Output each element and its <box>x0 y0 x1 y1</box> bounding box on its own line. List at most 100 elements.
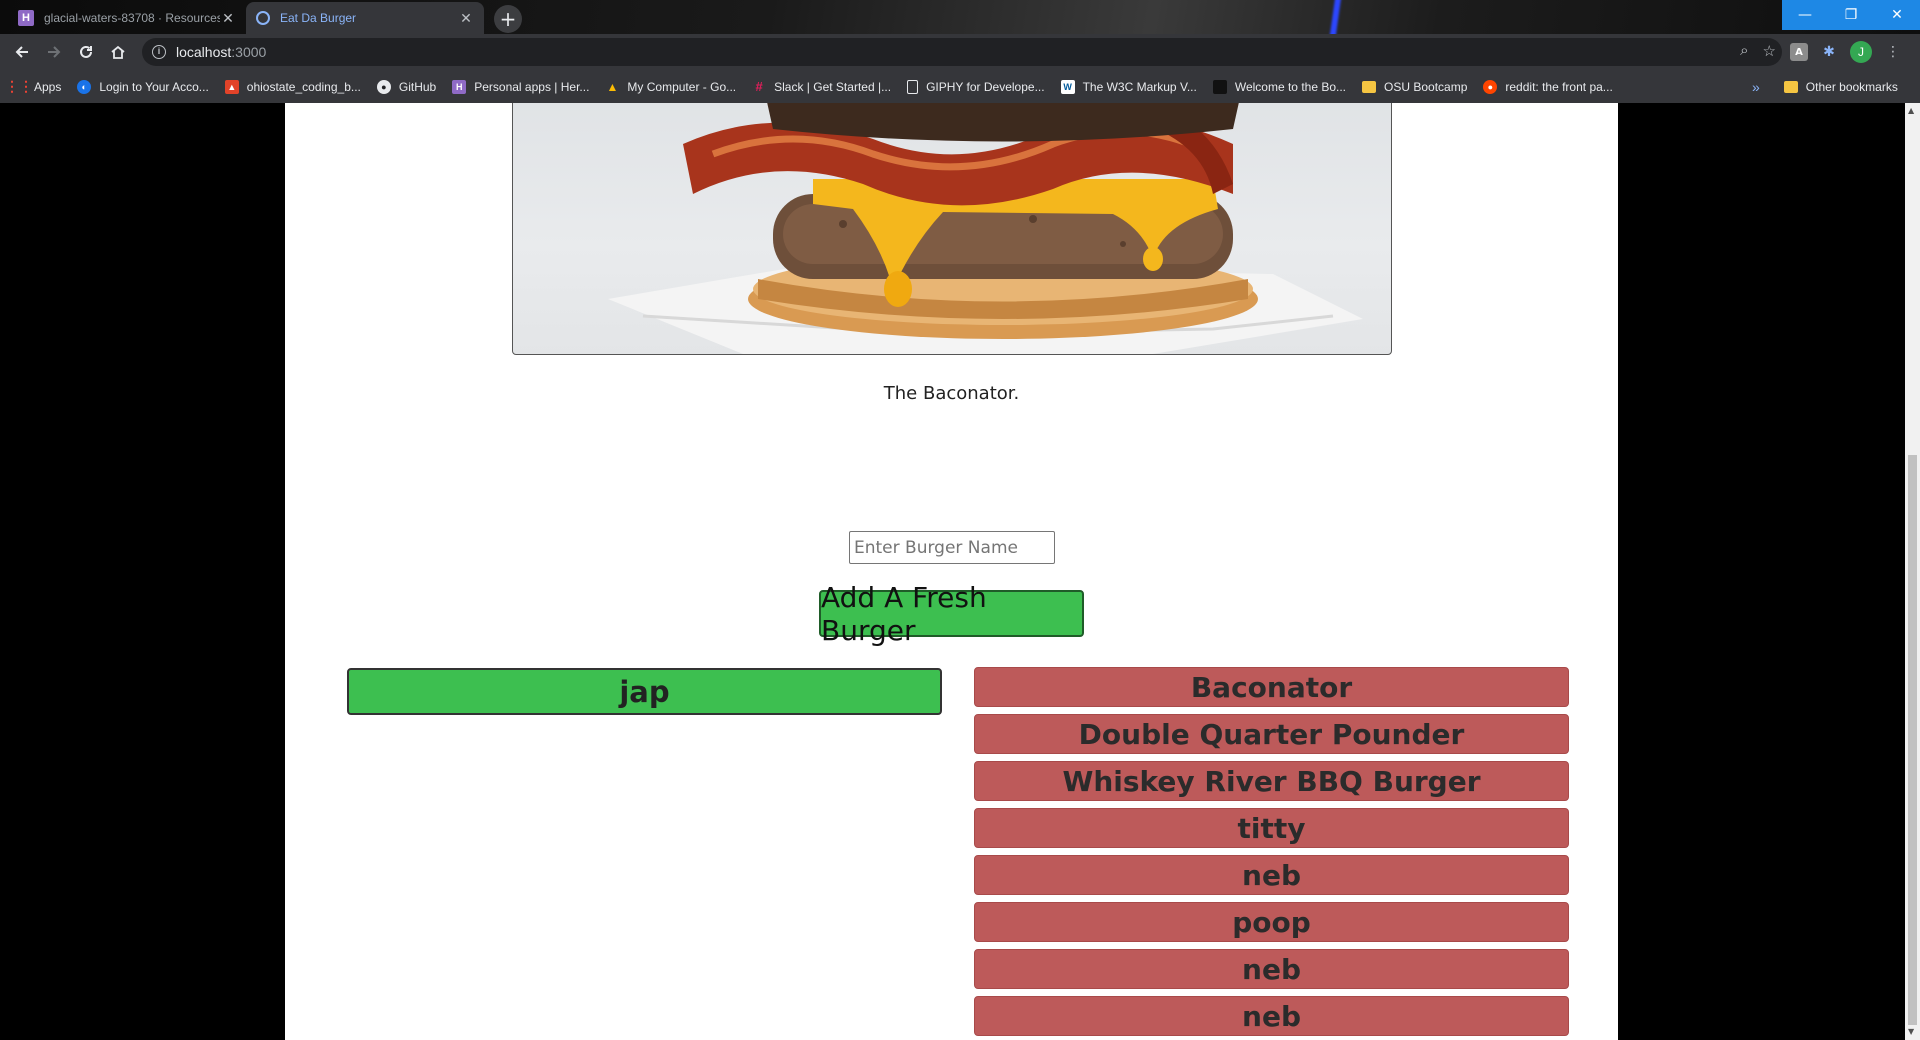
heroku-icon: H <box>18 10 34 26</box>
tab-eat-da-burger[interactable]: Eat Da Burger ✕ <box>246 2 484 34</box>
w3c-icon: W <box>1060 79 1075 94</box>
bookmark-gitlab[interactable]: ▲ ohiostate_coding_b... <box>224 79 361 94</box>
folder-icon <box>1783 80 1798 93</box>
omnibox-actions: ⌕ ☆ <box>1740 42 1776 60</box>
home-button[interactable] <box>102 36 134 68</box>
url-host: localhost <box>176 44 232 60</box>
devour-burger-button[interactable]: neb <box>974 949 1569 989</box>
devoured-burger-list: jap <box>347 668 942 723</box>
info-icon[interactable]: i <box>152 45 166 59</box>
zoom-icon[interactable]: ⌕ <box>1740 42 1748 60</box>
browser-toolbar: i localhost:3000 ⌕ ☆ A ✱ J ⋮ <box>0 34 1920 70</box>
minimize-window-button[interactable]: — <box>1782 0 1828 30</box>
bookmark-label: Login to Your Acco... <box>99 79 209 94</box>
page-icon <box>907 79 919 94</box>
bookmark-osu-bootcamp[interactable]: OSU Bootcamp <box>1362 80 1467 94</box>
bookmark-label: ohiostate_coding_b... <box>246 79 361 94</box>
other-bookmarks[interactable]: Other bookmarks <box>1783 79 1898 94</box>
reload-button[interactable] <box>70 36 102 68</box>
gitlab-icon: ▲ <box>224 79 239 94</box>
devoured-burger-button[interactable]: jap <box>347 668 942 715</box>
extensions-area: A ✱ J ⋮ <box>1790 34 1902 70</box>
globe-icon: ◐ <box>77 79 92 94</box>
wallpaper-streak <box>1327 0 1343 34</box>
bookmark-label: The W3C Markup V... <box>1082 79 1197 94</box>
baconator-burger-picture <box>608 103 1363 354</box>
bookmark-w3c[interactable]: W The W3C Markup V... <box>1060 79 1197 94</box>
star-icon[interactable]: ☆ <box>1763 42 1776 60</box>
add-burger-button[interactable]: Add A Fresh Burger <box>819 581 1084 647</box>
reload-icon <box>80 45 92 58</box>
home-icon <box>111 45 125 59</box>
bookmark-github[interactable]: ● GitHub <box>376 79 437 94</box>
devour-burger-button[interactable]: Whiskey River BBQ Burger <box>974 761 1569 801</box>
puzzle-icon[interactable]: ✱ <box>1820 43 1838 61</box>
close-window-button[interactable]: ✕ <box>1874 0 1920 30</box>
bookmark-label: GitHub <box>398 79 437 94</box>
bookmark-slack[interactable]: # Slack | Get Started |... <box>752 79 892 94</box>
burger-name-input[interactable] <box>849 531 1055 564</box>
scrollbar-thumb[interactable] <box>1908 455 1917 1025</box>
address-bar[interactable]: i localhost:3000 ⌕ ☆ <box>142 38 1782 66</box>
burger-caption: The Baconator. <box>883 383 1020 404</box>
devour-burger-button[interactable]: Double Quarter Pounder <box>974 714 1569 754</box>
avatar[interactable]: J <box>1850 41 1872 63</box>
bookmark-label: Apps <box>34 79 62 94</box>
tab-title: Eat Da Burger <box>280 11 357 25</box>
chevron-double-right-icon[interactable]: » <box>1752 79 1760 95</box>
page-scrollbar[interactable]: ▲ ▼ <box>1905 103 1920 1040</box>
bookmark-label: GIPHY for Develope... <box>926 79 1045 94</box>
apps-grid-icon: ⋮⋮ <box>5 78 33 94</box>
forward-button[interactable] <box>38 36 70 68</box>
bookmark-label: OSU Bootcamp <box>1384 79 1468 94</box>
devour-burger-button[interactable]: poop <box>974 902 1569 942</box>
devour-burger-button[interactable]: neb <box>974 855 1569 895</box>
github-icon: ● <box>376 79 391 94</box>
devour-burger-button[interactable]: Baconator <box>974 667 1569 707</box>
restore-window-button[interactable]: ❐ <box>1828 0 1874 30</box>
slack-icon: # <box>755 79 763 94</box>
close-icon[interactable]: ✕ <box>458 10 474 26</box>
devour-burger-button[interactable]: titty <box>974 808 1569 848</box>
bookmarks-bar: ⋮⋮ Apps ◐ Login to Your Acco... ▲ ohiost… <box>0 70 1920 103</box>
book-icon <box>1212 79 1227 94</box>
folder-icon <box>1362 80 1377 93</box>
tab-glacial-waters[interactable]: H glacial-waters-83708 · Resources ✕ <box>8 2 246 34</box>
bookmark-giphy[interactable]: GIPHY for Develope... <box>907 79 1045 94</box>
bookmark-label: Personal apps | Her... <box>474 79 590 94</box>
bookmark-reddit[interactable]: ● reddit: the front pa... <box>1483 79 1613 94</box>
bookmark-label: Welcome to the Bo... <box>1234 79 1347 94</box>
globe-icon <box>256 11 270 25</box>
page-viewport: The Baconator. Add A Fresh Burger jap Ba… <box>0 103 1905 1040</box>
extension-icon[interactable]: A <box>1790 43 1808 61</box>
heroku-icon: H <box>452 79 467 94</box>
new-tab-button[interactable]: + <box>494 5 522 33</box>
bookmark-welcome[interactable]: Welcome to the Bo... <box>1212 79 1347 94</box>
reddit-icon: ● <box>1483 79 1498 94</box>
bookmark-label: Other bookmarks <box>1805 79 1898 94</box>
bookmark-label: reddit: the front pa... <box>1505 79 1613 94</box>
bookmark-login[interactable]: ◐ Login to Your Acco... <box>77 79 209 94</box>
devour-burger-button[interactable]: neb <box>974 996 1569 1036</box>
tab-strip: H glacial-waters-83708 · Resources ✕ Eat… <box>0 0 1920 34</box>
page-container: The Baconator. Add A Fresh Burger jap Ba… <box>285 103 1618 1040</box>
arrow-right-icon <box>48 46 61 58</box>
url-port: :3000 <box>231 44 267 60</box>
bookmark-google-drive[interactable]: ▲ My Computer - Go... <box>605 80 736 94</box>
browser-chrome: H glacial-waters-83708 · Resources ✕ Eat… <box>0 0 1920 103</box>
bookmark-label: Slack | Get Started |... <box>774 79 892 94</box>
arrow-left-icon <box>15 46 28 58</box>
bookmarks-overflow: » Other bookmarks <box>1752 70 1898 103</box>
bookmark-heroku[interactable]: H Personal apps | Her... <box>452 79 590 94</box>
kebab-menu-icon[interactable]: ⋮ <box>1884 43 1902 61</box>
available-burger-list: Baconator Double Quarter Pounder Whiskey… <box>974 667 1569 1040</box>
scroll-up-arrow-icon[interactable]: ▲ <box>1908 106 1914 115</box>
google-drive-icon: ▲ <box>606 79 619 94</box>
close-icon[interactable]: ✕ <box>220 10 236 26</box>
back-button[interactable] <box>6 36 38 68</box>
burger-image <box>512 103 1392 355</box>
bookmark-label: My Computer - Go... <box>627 79 737 94</box>
scroll-down-arrow-icon[interactable]: ▼ <box>1908 1027 1914 1036</box>
bookmark-apps[interactable]: ⋮⋮ Apps <box>5 78 62 94</box>
tab-title: glacial-waters-83708 · Resources <box>44 11 220 25</box>
